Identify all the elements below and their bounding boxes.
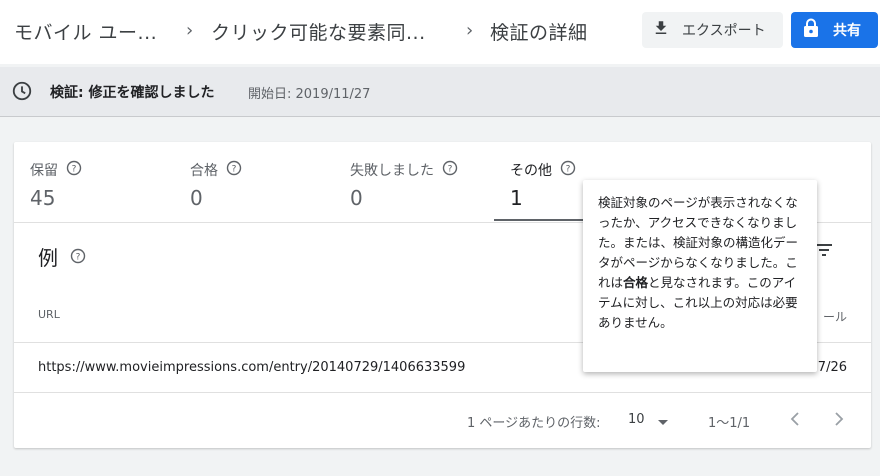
help-icon[interactable]: ?	[442, 160, 458, 180]
stat-label: その他	[510, 163, 552, 179]
stat-value: 0	[190, 186, 203, 210]
tooltip-bold-text: 合格	[623, 275, 649, 290]
stat-passed[interactable]: 合格 ? 0	[190, 160, 350, 210]
validation-status-bar: 検証: 修正を確認しました 開始日: 2019/11/27	[0, 67, 880, 117]
stat-label: 合格	[190, 163, 218, 179]
lock-icon	[803, 18, 819, 42]
export-button[interactable]: エクスポート	[642, 12, 783, 48]
stat-failed[interactable]: 失敗しました ? 0	[350, 160, 510, 210]
export-label: エクスポート	[682, 23, 766, 39]
next-page-icon[interactable]	[834, 412, 844, 430]
svg-text:?: ?	[72, 165, 77, 175]
breadcrumb-validation-details: 検証の詳細	[490, 22, 588, 44]
table-row-url[interactable]: https://www.movieimpressions.com/entry/2…	[38, 360, 465, 375]
examples-title-text: 例	[38, 246, 58, 270]
app-header: モバイル ユー... › クリック可能な要素同... › 検証の詳細 エクスポー…	[0, 0, 880, 64]
svg-text:?: ?	[566, 165, 571, 175]
stat-label: 失敗しました	[350, 163, 434, 179]
breadcrumb-clickable-elements[interactable]: クリック可能な要素同...	[211, 18, 426, 45]
stat-value: 0	[350, 186, 363, 210]
examples-title: 例 ?	[38, 242, 86, 271]
prev-page-icon[interactable]	[790, 412, 800, 430]
help-icon[interactable]: ?	[70, 245, 86, 269]
validation-start-date: 開始日: 2019/11/27	[248, 87, 371, 102]
validation-status-label: 検証: 修正を確認しました	[50, 85, 215, 101]
filter-icon[interactable]	[815, 242, 833, 261]
help-icon[interactable]: ?	[560, 160, 576, 180]
help-icon[interactable]: ?	[66, 160, 82, 180]
svg-text:?: ?	[448, 165, 453, 175]
share-label: 共有	[833, 23, 861, 39]
svg-text:?: ?	[76, 252, 81, 262]
breadcrumb-separator: ›	[466, 20, 474, 41]
column-header-url[interactable]: URL	[38, 308, 60, 321]
svg-text:?: ?	[232, 165, 237, 175]
download-icon	[652, 19, 670, 41]
share-button[interactable]: 共有	[791, 12, 878, 48]
breadcrumb-mobile-usability[interactable]: モバイル ユー...	[14, 18, 157, 45]
breadcrumb-separator: ›	[186, 20, 194, 41]
clock-icon	[11, 80, 33, 106]
help-icon[interactable]: ?	[226, 160, 242, 180]
column-header-last-crawled[interactable]: ール	[823, 308, 847, 325]
stat-label: 保留	[30, 163, 58, 179]
divider	[14, 392, 871, 393]
stat-value: 45	[30, 186, 56, 210]
rows-per-page-select[interactable]: 10	[628, 412, 645, 427]
pagination-range: 1〜1/1	[708, 416, 751, 431]
rows-per-page-label: 1 ページあたりの行数:	[467, 416, 601, 431]
tooltip-other-status: 検証対象のページが表示されなくなったか、アクセスできなくなりました。または、検証…	[583, 180, 817, 372]
stat-pending[interactable]: 保留 ? 45	[30, 160, 190, 210]
dropdown-arrow-icon[interactable]	[657, 416, 669, 431]
